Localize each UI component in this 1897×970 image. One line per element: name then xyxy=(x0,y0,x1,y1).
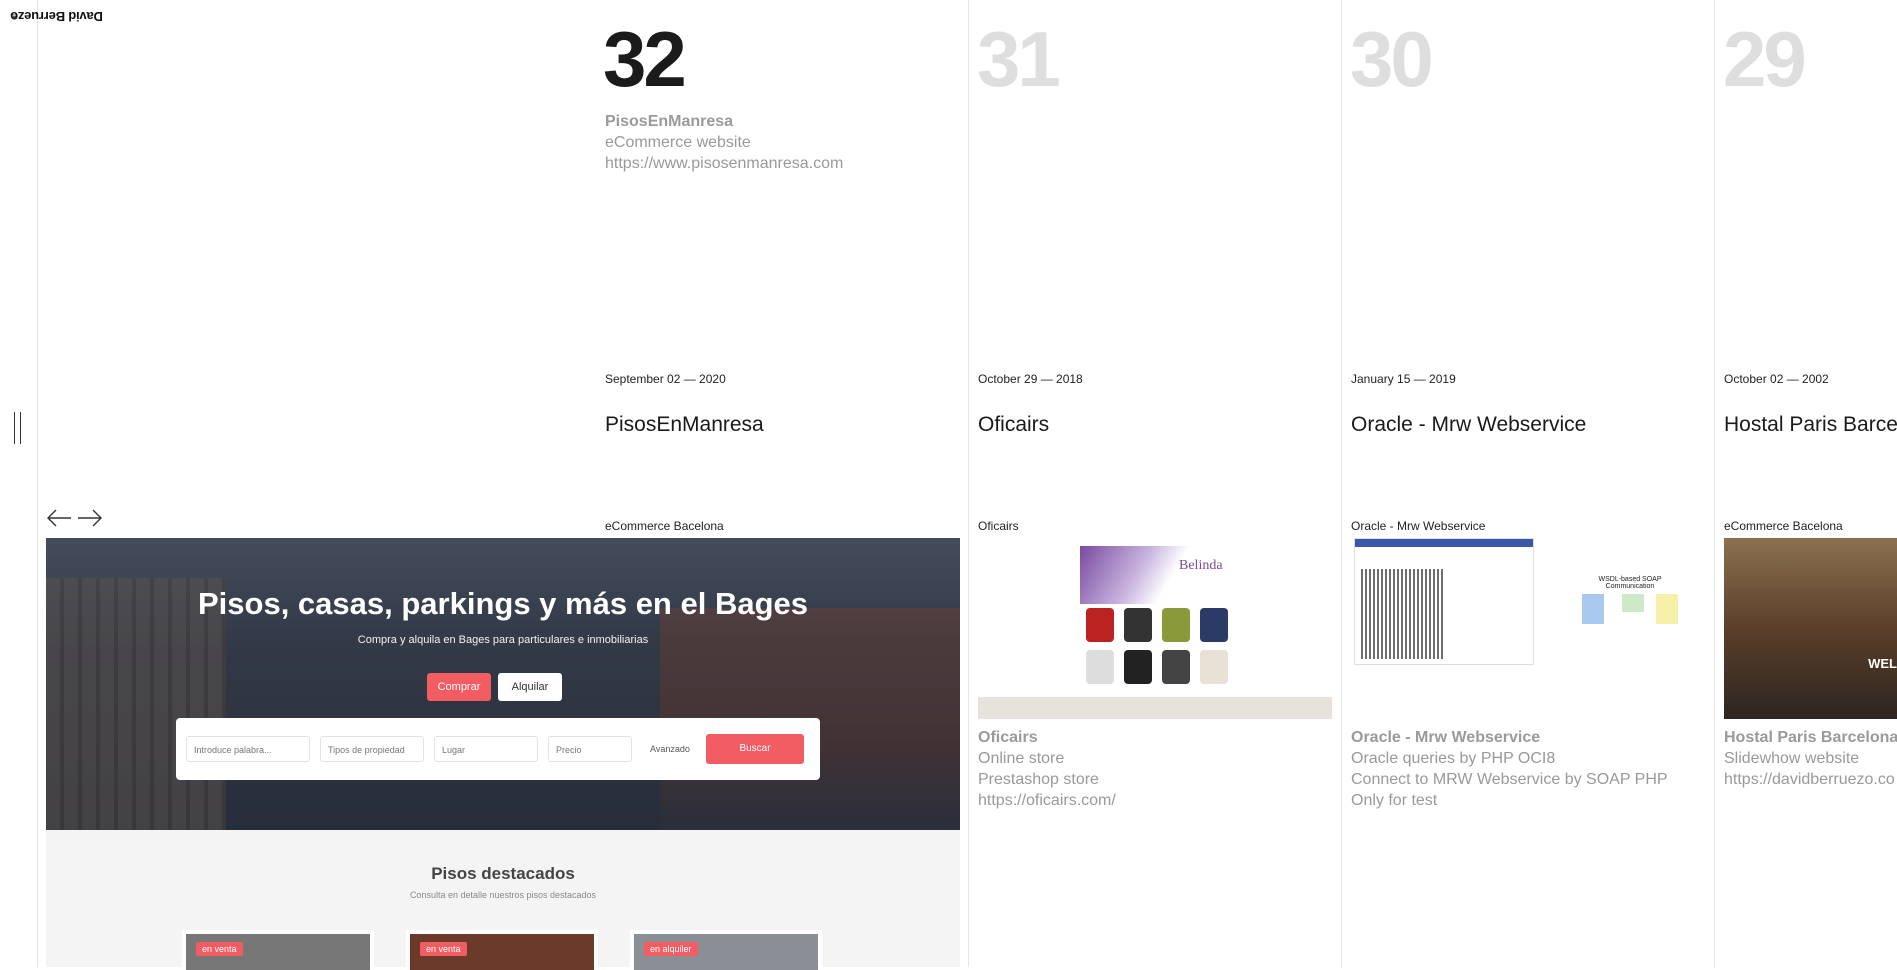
project-title[interactable]: Oficairs xyxy=(978,413,1049,437)
arrow-left-icon[interactable] xyxy=(45,506,73,530)
featured-subtitle: Consulta en detalle nuestros pisos desta… xyxy=(409,890,597,900)
project-summary: PisosEnManresa eCommerce website https:/… xyxy=(605,111,843,174)
featured-title: Pisos destacados xyxy=(431,864,575,883)
project-type: eCommerce website xyxy=(605,134,751,151)
advanced-label: Avanzado xyxy=(650,744,690,754)
project-title[interactable]: Oracle - Mrw Webservice xyxy=(1351,413,1586,437)
project-number: 30 xyxy=(1350,15,1434,103)
card-tag: en venta xyxy=(420,942,467,956)
project-category: eCommerce Bacelona xyxy=(605,519,724,533)
project-date: September 02 — 2020 xyxy=(605,372,726,386)
featured-card: en venta xyxy=(406,930,598,970)
project-details: Hostal Paris Barcelona Slidewhow website… xyxy=(1724,727,1897,790)
project-category: Oficairs xyxy=(978,519,1019,533)
project-number: 29 xyxy=(1723,15,1807,103)
search-panel: Introduce palabra... Tipos de propiedad … xyxy=(176,718,820,780)
left-rail: David Berruezo ® xyxy=(0,0,103,967)
search-button: Buscar xyxy=(706,734,804,764)
project-title[interactable]: Hostal Paris Barcel xyxy=(1724,413,1897,437)
detail-line: Slidewhow website xyxy=(1724,750,1860,767)
project-screenshot[interactable]: WEL xyxy=(1724,538,1897,719)
project-number: 32 xyxy=(603,15,687,103)
project-heading: Oracle - Mrw Webservice xyxy=(1351,729,1541,746)
project-date: October 02 — 2002 xyxy=(1724,372,1829,386)
project-title[interactable]: PisosEnManresa xyxy=(605,413,764,437)
rent-tab: Alquilar xyxy=(498,673,562,701)
hero-headline: Pisos, casas, parkings y más en el Bages xyxy=(198,586,808,621)
brand-logo[interactable]: David Berruezo ® xyxy=(3,9,103,134)
card-tag: en venta xyxy=(196,942,243,956)
place-field: Lugar xyxy=(434,736,538,762)
detail-line: Connect to MRW Webservice by SOAP PHP xyxy=(1351,771,1668,788)
project-date: January 15 — 2019 xyxy=(1351,372,1456,386)
column-divider xyxy=(1714,0,1715,967)
column-divider xyxy=(1341,0,1342,967)
project-heading: Hostal Paris Barcelona xyxy=(1724,729,1897,746)
arrow-right-icon[interactable] xyxy=(76,506,104,530)
keyword-field: Introduce palabra... xyxy=(186,736,310,762)
detail-line: Online store xyxy=(978,750,1065,767)
detail-line: Prestashop store xyxy=(978,771,1099,788)
project-heading: PisosEnManresa xyxy=(605,113,734,130)
project-url[interactable]: https://oficairs.com/ xyxy=(978,790,1116,811)
detail-line: Oracle queries by PHP OCI8 xyxy=(1351,750,1556,767)
project-url[interactable]: https://www.pisosenmanresa.com xyxy=(605,153,843,174)
price-field: Precio xyxy=(548,736,632,762)
project-category: eCommerce Bacelona xyxy=(1724,519,1843,533)
project-details: Oracle - Mrw Webservice Oracle queries b… xyxy=(1351,727,1668,811)
property-type-field: Tipos de propiedad xyxy=(320,736,424,762)
featured-section: Pisos destacados Consulta en detalle nue… xyxy=(46,830,960,970)
detail-line: Only for test xyxy=(1351,792,1438,809)
project-date: October 29 — 2018 xyxy=(978,372,1083,386)
project-number: 31 xyxy=(977,15,1061,103)
project-screenshot[interactable]: Belinda xyxy=(978,538,1332,719)
hero-subline: Compra y alquila en Bages para particula… xyxy=(357,634,649,646)
featured-card: en alquiler xyxy=(630,930,822,970)
card-tag: en alquiler xyxy=(644,942,698,956)
project-url[interactable]: https://davidberruezo.co xyxy=(1724,769,1897,790)
column-divider xyxy=(968,0,969,967)
project-heading: Oficairs xyxy=(978,729,1038,746)
project-category: Oracle - Mrw Webservice xyxy=(1351,519,1486,533)
oficairs-brand: Belinda xyxy=(1179,558,1223,573)
menu-icon[interactable] xyxy=(12,412,24,444)
project-details: Oficairs Online store Prestashop store h… xyxy=(978,727,1116,811)
featured-card: en venta xyxy=(182,930,374,970)
project-screenshot[interactable]: Pisos, casas, parkings y más en el Bages… xyxy=(46,538,960,830)
project-screenshot[interactable]: WSDL-based SOAP Communication xyxy=(1354,538,1678,666)
buy-tab: Comprar xyxy=(427,673,491,701)
soap-label: WSDL-based SOAP Communication xyxy=(1598,576,1662,590)
brand-name: David Berruezo xyxy=(10,9,103,25)
slide-overlay-text: WEL xyxy=(1868,656,1897,671)
